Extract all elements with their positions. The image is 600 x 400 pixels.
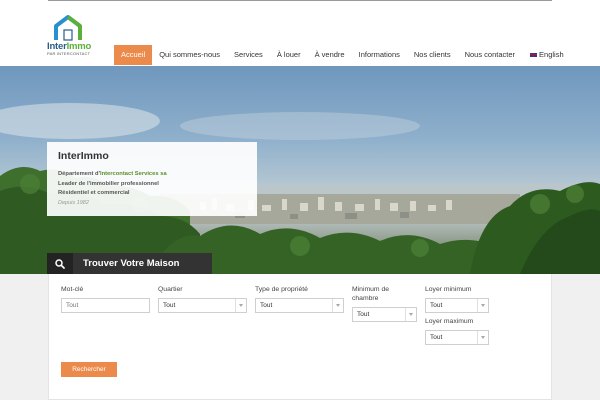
top-divider: [48, 0, 552, 1]
chevron-down-icon: [477, 331, 488, 344]
property-type-label: Type de propriété: [255, 286, 308, 293]
chevron-down-icon: [477, 299, 488, 312]
search-tab-label: Trouver Votre Maison: [83, 258, 180, 269]
keyword-input[interactable]: [61, 298, 150, 313]
nav-item-informations[interactable]: Informations: [352, 45, 407, 65]
search-tab[interactable]: Trouver Votre Maison: [47, 253, 212, 274]
rent-max-select[interactable]: Tout: [425, 330, 489, 345]
hero-card-leader: Leader de l'immobilier professionnel: [58, 180, 159, 187]
rooms-label: Minimum de chambre: [352, 286, 390, 302]
rent-min-select[interactable]: Tout: [425, 298, 489, 313]
search-icon-box: [47, 253, 73, 274]
hero-info-card: InterImmo Département d'Intercontact Ser…: [47, 142, 257, 216]
rooms-select[interactable]: Tout: [352, 307, 417, 322]
property-type-select[interactable]: Tout: [255, 298, 344, 313]
rent-max-label: Loyer maximum: [425, 318, 474, 325]
nav-item-nos-clients[interactable]: Nos clients: [407, 45, 458, 65]
rent-min-label: Loyer minimum: [425, 286, 472, 293]
nav-item-services[interactable]: Services: [227, 45, 270, 65]
uk-flag-icon: [529, 52, 539, 58]
rent-min-value: Tout: [430, 302, 443, 309]
nav-item-language[interactable]: English: [522, 45, 571, 65]
hero-card-since: Depuis 1982: [58, 199, 89, 206]
site-header: InterImmo PAR INTERCONTACT Accueil Qui s…: [0, 0, 600, 66]
chevron-down-icon: [332, 299, 343, 312]
chevron-down-icon: [405, 308, 416, 321]
search-submit-button[interactable]: Rechercher: [61, 362, 117, 377]
intercontact-link[interactable]: Intercontact Services sa: [100, 171, 167, 177]
nav-item-a-louer[interactable]: À louer: [270, 45, 308, 65]
hero-card-segments: Résidentiel et commercial: [58, 190, 130, 196]
quartier-value: Tout: [163, 302, 176, 309]
nav-item-nous-contacter[interactable]: Nous contacter: [458, 45, 522, 65]
hero-card-department: Département d'Intercontact Services sa: [58, 171, 167, 177]
keyword-label: Mot-clé: [61, 286, 84, 293]
nav-item-accueil[interactable]: Accueil: [114, 45, 153, 65]
chevron-down-icon: [235, 299, 246, 312]
rooms-value: Tout: [357, 311, 370, 318]
brand-tagline: PAR INTERCONTACT: [47, 51, 91, 56]
quartier-label: Quartier: [158, 286, 183, 293]
property-type-value: Tout: [260, 302, 273, 309]
nav-item-qui-sommes-nous[interactable]: Qui sommes-nous: [152, 45, 227, 65]
main-nav: Accueil Qui sommes-nous Services À louer…: [114, 45, 571, 65]
rent-max-value: Tout: [430, 334, 443, 341]
quartier-select[interactable]: Tout: [158, 298, 247, 313]
hero-card-title: InterImmo: [58, 150, 109, 162]
nav-item-a-vendre[interactable]: À vendre: [308, 45, 352, 65]
search-icon: [55, 258, 65, 269]
language-label: English: [539, 50, 564, 59]
